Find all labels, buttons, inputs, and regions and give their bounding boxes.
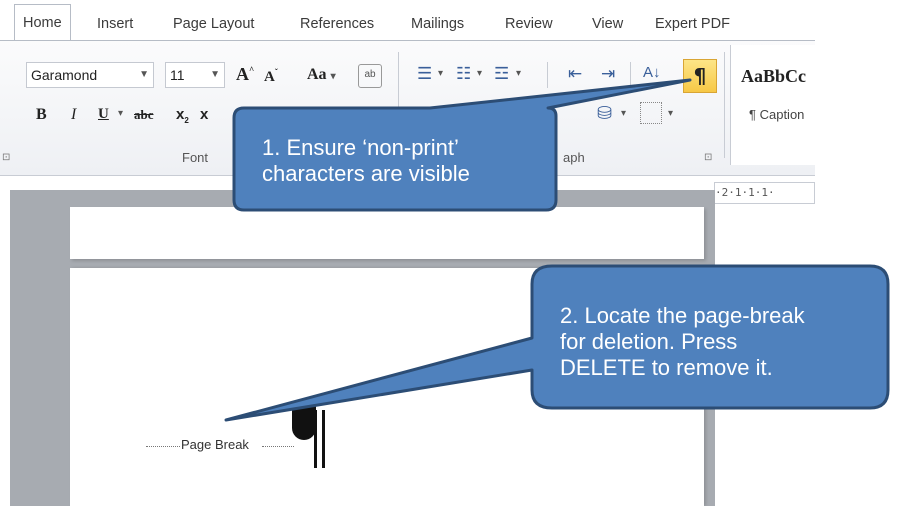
callout-2-line-2: for deletion. Press <box>560 329 738 354</box>
callout-2-line-1: 2. Locate the page-break <box>560 303 805 328</box>
callout-2-shape <box>224 264 890 422</box>
callout-2-line-3: DELETE to remove it. <box>560 355 773 380</box>
callout-1-line-1: 1. Ensure ‘non-print’ <box>262 135 459 160</box>
callout-1-line-2: characters are visible <box>262 161 470 186</box>
callout-overlay <box>224 78 890 422</box>
